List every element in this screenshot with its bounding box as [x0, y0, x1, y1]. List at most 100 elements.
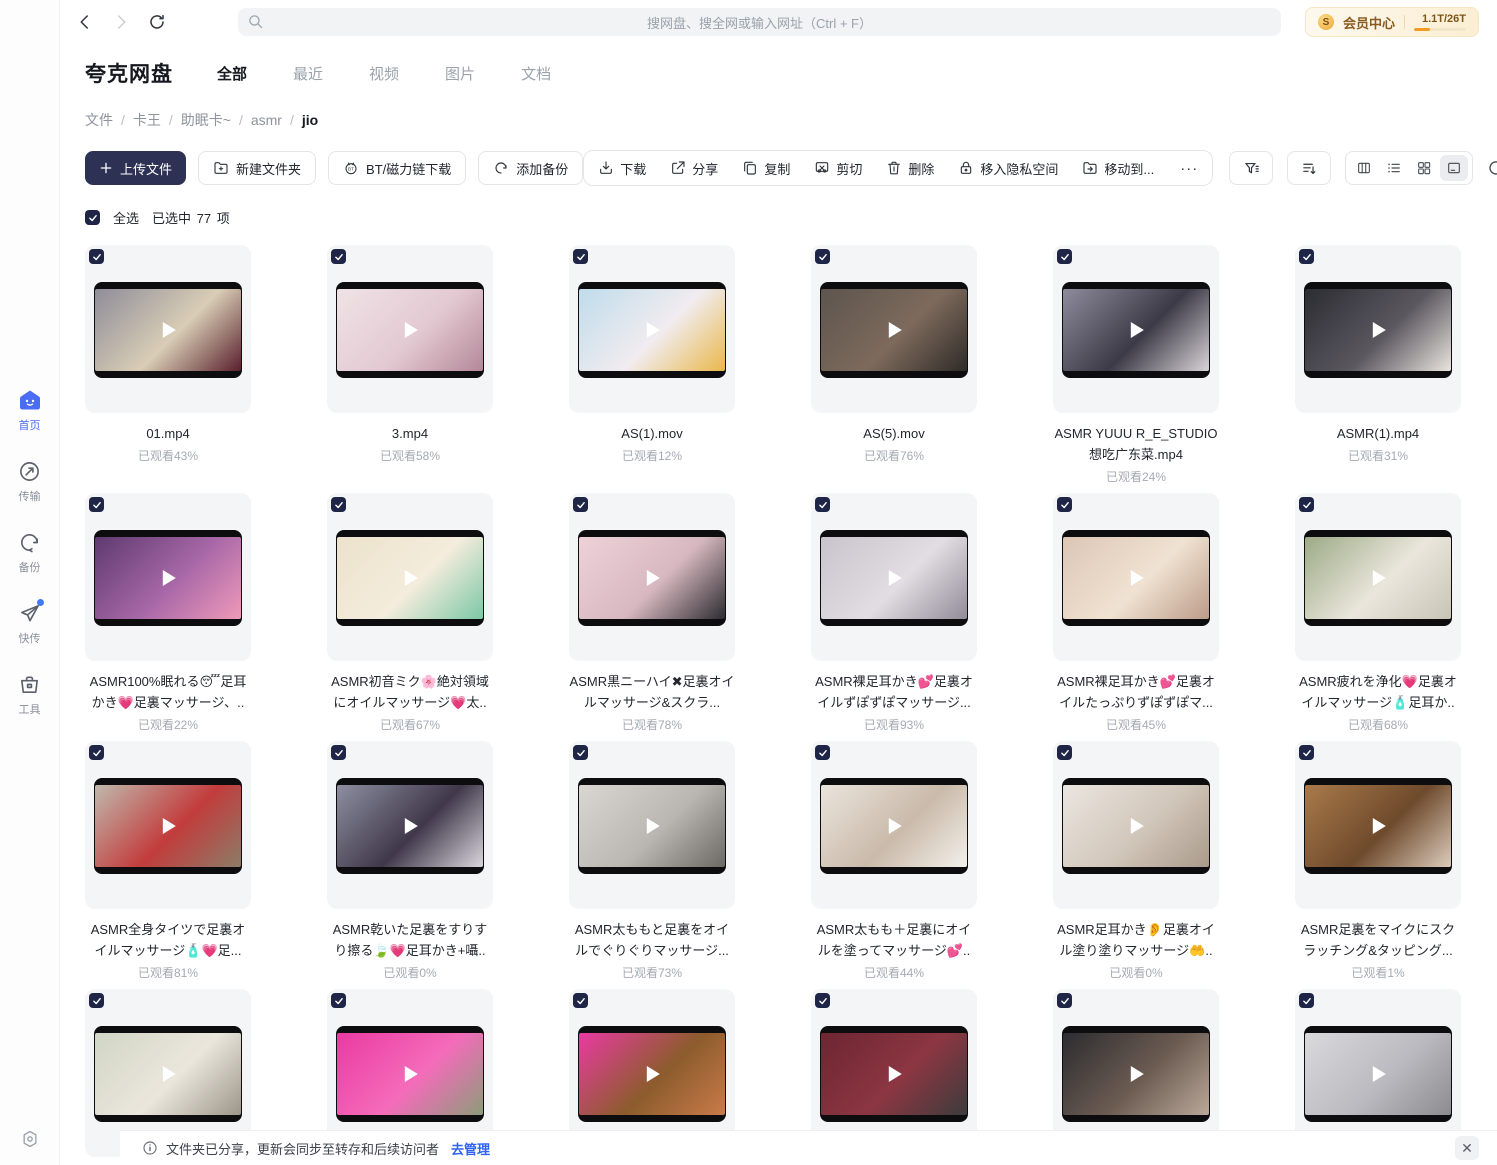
file-thumbnail-area[interactable]: [327, 741, 493, 909]
play-icon[interactable]: [163, 818, 176, 834]
breadcrumb-item[interactable]: 文件: [85, 110, 113, 130]
share-button[interactable]: 分享: [670, 159, 718, 178]
select-all-checkbox[interactable]: [85, 210, 100, 225]
file-checkbox[interactable]: [331, 249, 346, 264]
file-card[interactable]: 01.mp4 已观看43%: [85, 245, 251, 477]
file-checkbox[interactable]: [89, 497, 104, 512]
sidebar-item-tools[interactable]: 工具: [18, 672, 42, 717]
breadcrumb-item[interactable]: 卡王: [133, 110, 161, 130]
sidebar-item-home[interactable]: 首页: [18, 388, 42, 433]
file-checkbox[interactable]: [815, 497, 830, 512]
file-checkbox[interactable]: [1057, 993, 1072, 1008]
file-checkbox[interactable]: [1299, 497, 1314, 512]
file-name[interactable]: 01.mp4: [85, 423, 251, 444]
play-icon[interactable]: [1131, 570, 1144, 586]
sidebar-item-backup[interactable]: 备份: [18, 530, 42, 575]
play-icon[interactable]: [405, 1066, 418, 1082]
file-checkbox[interactable]: [573, 745, 588, 760]
tab-documents[interactable]: 文档: [521, 63, 551, 84]
file-card[interactable]: ASMR乾いた足裏をすりすり擦る🍃💗足耳かき+囁.. 已观看0%: [327, 741, 493, 973]
breadcrumb-item[interactable]: asmr: [251, 112, 282, 128]
file-name[interactable]: ASMR太ももと足裏をオイルでぐりぐりマッサージ...: [569, 919, 735, 961]
add-backup-button[interactable]: 添加备份: [478, 151, 583, 185]
download-button[interactable]: 下载: [598, 159, 646, 178]
file-thumbnail-area[interactable]: [1053, 741, 1219, 909]
file-card[interactable]: ASMR全身タイツで足裏オイルマッサージ🧴💗足... 已观看81%: [85, 741, 251, 973]
play-icon[interactable]: [163, 570, 176, 586]
file-checkbox[interactable]: [815, 745, 830, 760]
play-icon[interactable]: [647, 570, 660, 586]
file-name[interactable]: AS(1).mov: [569, 423, 735, 444]
play-icon[interactable]: [647, 818, 660, 834]
file-thumbnail-area[interactable]: [327, 493, 493, 661]
file-checkbox[interactable]: [1299, 249, 1314, 264]
file-thumbnail-area[interactable]: [1053, 493, 1219, 661]
file-thumbnail-area[interactable]: [811, 493, 977, 661]
file-card[interactable]: ASMR足裏をマイクにスクラッチング&タッピング... 已观看1%: [1295, 741, 1461, 973]
file-checkbox[interactable]: [331, 745, 346, 760]
forward-icon[interactable]: [110, 11, 132, 33]
file-card[interactable]: ASMR裸足耳かき💕足裏オイルたっぷりずぽずぽマ... 已观看45%: [1053, 493, 1219, 725]
file-thumbnail-area[interactable]: [569, 245, 735, 413]
close-notification-icon[interactable]: ✕: [1455, 1136, 1479, 1160]
file-thumbnail-area[interactable]: [1295, 493, 1461, 661]
file-card[interactable]: ASMR100%眠れる😴足耳かき💗足裏マッサージ、.. 已观看22%: [85, 493, 251, 725]
play-icon[interactable]: [889, 322, 902, 338]
file-checkbox[interactable]: [573, 993, 588, 1008]
select-all-label[interactable]: 全选: [113, 208, 139, 227]
tab-recent[interactable]: 最近: [293, 63, 323, 84]
play-icon[interactable]: [405, 322, 418, 338]
file-name[interactable]: ASMR足耳かき👂足裏オイル塗り塗りマッサージ🤲..: [1053, 919, 1219, 961]
manage-share-link[interactable]: 去管理: [451, 1139, 490, 1158]
settings-gear-icon[interactable]: [0, 1129, 59, 1149]
file-name[interactable]: ASMR黒ニーハイ✖足裏オイルマッサージ&スクラ...: [569, 671, 735, 713]
view-list-button[interactable]: [1380, 155, 1408, 181]
file-checkbox[interactable]: [89, 993, 104, 1008]
storage-indicator[interactable]: 1.1T/26T: [1414, 13, 1466, 31]
file-card[interactable]: ASMR太ももと足裏をオイルでぐりぐりマッサージ... 已观看73%: [569, 741, 735, 973]
play-icon[interactable]: [405, 818, 418, 834]
play-icon[interactable]: [889, 570, 902, 586]
file-card[interactable]: ASMR(1).mp4 已观看31%: [1295, 245, 1461, 477]
file-card[interactable]: ASMR YUUU R_E_STUDIO 想吃广东菜.mp4 已观看24%: [1053, 245, 1219, 477]
view-grid-button[interactable]: [1410, 155, 1438, 181]
file-name[interactable]: 3.mp4: [327, 423, 493, 444]
sidebar-item-quick-send[interactable]: 快传: [18, 601, 42, 646]
file-checkbox[interactable]: [331, 993, 346, 1008]
file-checkbox[interactable]: [331, 497, 346, 512]
file-name[interactable]: ASMR疲れを浄化💗足裏オイルマッサージ🧴足耳か..: [1295, 671, 1461, 713]
file-thumbnail-area[interactable]: [569, 741, 735, 909]
play-icon[interactable]: [163, 1066, 176, 1082]
play-icon[interactable]: [1131, 322, 1144, 338]
file-checkbox[interactable]: [1057, 745, 1072, 760]
file-checkbox[interactable]: [89, 745, 104, 760]
reload-icon[interactable]: [146, 11, 168, 33]
file-thumbnail-area[interactable]: [811, 245, 977, 413]
play-icon[interactable]: [1131, 1066, 1144, 1082]
file-name[interactable]: ASMR初音ミク🌸絶対領域にオイルマッサージ💗太..: [327, 671, 493, 713]
file-checkbox[interactable]: [573, 497, 588, 512]
file-thumbnail-area[interactable]: [1295, 245, 1461, 413]
file-checkbox[interactable]: [1299, 745, 1314, 760]
file-thumbnail-area[interactable]: [569, 493, 735, 661]
file-card[interactable]: ASMR黒ニーハイ✖足裏オイルマッサージ&スクラ... 已观看78%: [569, 493, 735, 725]
file-name[interactable]: ASMR全身タイツで足裏オイルマッサージ🧴💗足...: [85, 919, 251, 961]
file-name[interactable]: ASMR裸足耳かき💕足裏オイルずぽずぽマッサージ...: [811, 671, 977, 713]
delete-button[interactable]: 删除: [886, 159, 934, 178]
play-icon[interactable]: [1373, 322, 1386, 338]
file-card[interactable]: AS(1).mov 已观看12%: [569, 245, 735, 477]
play-icon[interactable]: [889, 818, 902, 834]
move-to-button[interactable]: 移动到...: [1082, 159, 1154, 178]
file-checkbox[interactable]: [1057, 497, 1072, 512]
file-name[interactable]: ASMR(1).mp4: [1295, 423, 1461, 444]
file-thumbnail-area[interactable]: [85, 493, 251, 661]
file-card[interactable]: ASMR太もも＋足裏にオイルを塗ってマッサージ💕.. 已观看44%: [811, 741, 977, 973]
file-name[interactable]: ASMR太もも＋足裏にオイルを塗ってマッサージ💕..: [811, 919, 977, 961]
file-card[interactable]: 3.mp4 已观看58%: [327, 245, 493, 477]
more-actions-button[interactable]: ···: [1178, 160, 1198, 177]
copy-button[interactable]: 复制: [742, 159, 790, 178]
file-checkbox[interactable]: [1299, 993, 1314, 1008]
member-center-button[interactable]: S 会员中心 1.1T/26T: [1305, 7, 1479, 37]
play-icon[interactable]: [1373, 570, 1386, 586]
file-name[interactable]: ASMR足裏をマイクにスクラッチング&タッピング...: [1295, 919, 1461, 961]
